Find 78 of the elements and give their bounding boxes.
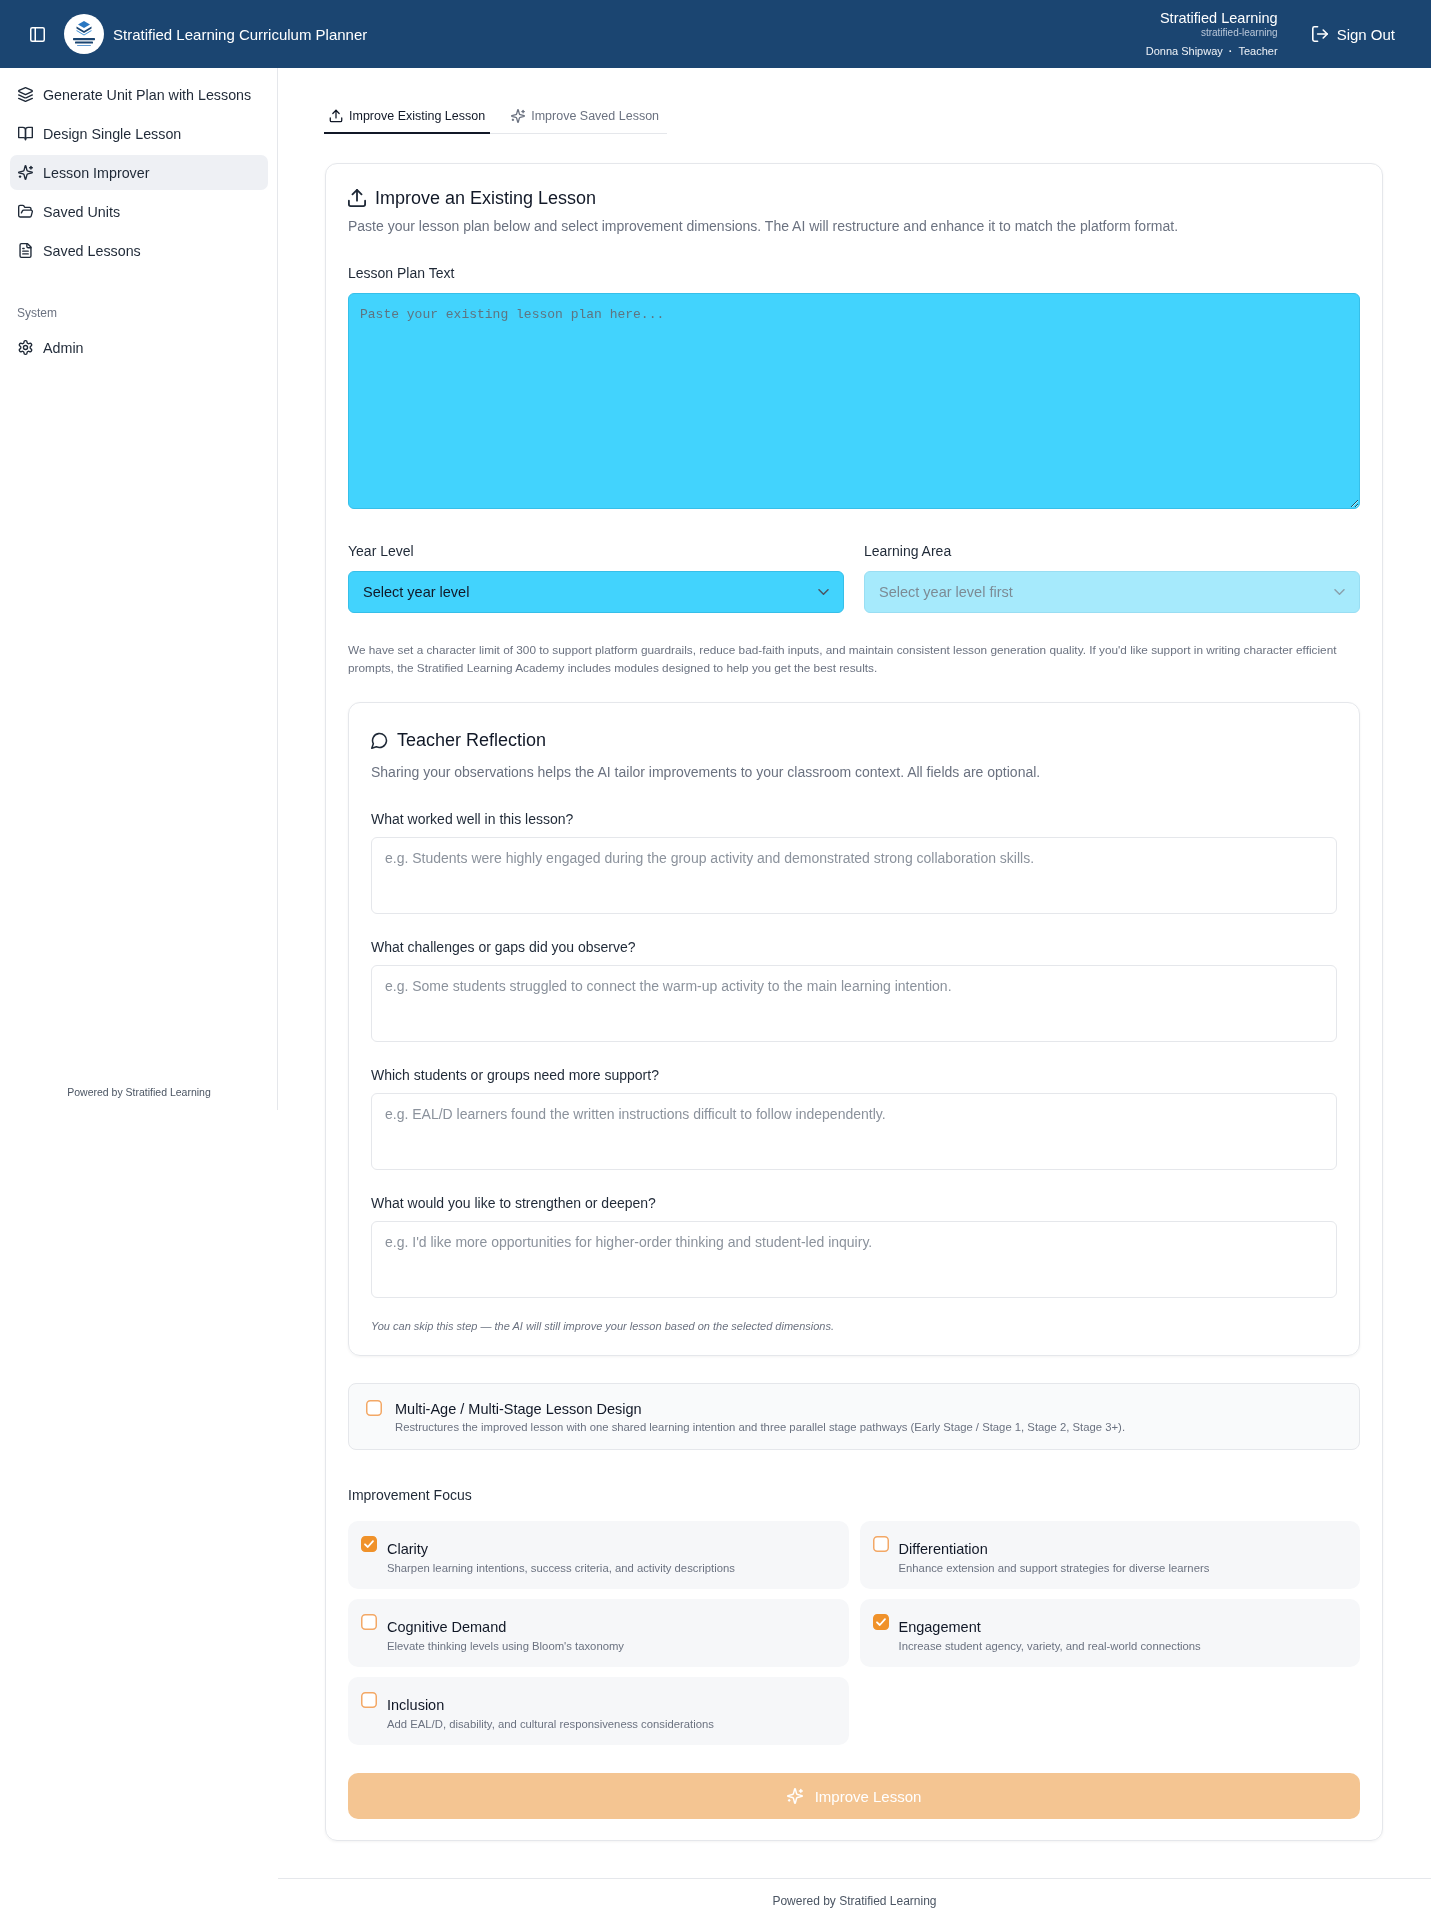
separator-dot: · — [1228, 44, 1233, 58]
organization-handle: stratified-learning — [1200, 27, 1278, 39]
field-label: Lesson Plan Text — [348, 264, 456, 283]
sparkles-icon — [511, 109, 526, 123]
character-limit-note: We have set a character limit of 300 to support platform guardrails, reduce bad-faith inputs, and maintain consistent lesson generation quality. If you'd like support in writing character efficient prompts, the Stratified Learning Academy includes modules designed to help you get the best results. — [348, 642, 1338, 677]
checkbox[interactable] — [361, 1692, 377, 1708]
card-title: Improve an Existing Lesson — [375, 187, 597, 210]
answer-field[interactable]: e.g. EAL/D learners found the written instructions difficult to follow independently. — [371, 1093, 1337, 1170]
open-book-icon — [18, 126, 33, 141]
sign-out-button[interactable]: Sign Out — [1311, 25, 1395, 43]
logo-icon — [64, 14, 104, 54]
option-title: Engagement — [898, 1618, 982, 1637]
tab[interactable]: Improve Saved Lesson — [506, 100, 665, 134]
answer-field[interactable]: e.g. Some students struggled to connect the warm-up activity to the main learning intention. — [371, 965, 1337, 1042]
option-description: Elevate thinking levels using Bloom's taxonomy — [387, 1639, 624, 1654]
reflection-title: Teacher Reflection — [397, 729, 547, 752]
focus-option[interactable]: Differentiation Enhance extension and support strategies for diverse learners — [859, 1521, 1360, 1589]
tab[interactable]: Improve Existing Lesson — [324, 100, 491, 134]
chevron-down-icon — [1334, 589, 1345, 595]
option-description: Sharpen learning intentions, success criteria, and activity descriptions — [387, 1561, 735, 1576]
organization-name: Stratified Learning — [1159, 10, 1278, 27]
sidebar-item[interactable]: Lesson Improver — [10, 155, 268, 190]
focus-option[interactable]: Clarity Sharpen learning intentions, success criteria, and activity descriptions — [348, 1521, 849, 1589]
sparkles-icon — [786, 1788, 803, 1804]
option-description: Restructures the improved lesson with one shared learning intention and three parallel stage pathways (Early Stage / Stage 1, Stage 2, Stage 3+). — [395, 1420, 1126, 1435]
document-icon — [18, 243, 33, 258]
sidebar-item[interactable]: Design Single Lesson — [10, 116, 268, 151]
sidebar-item[interactable]: Generate Unit Plan with Lessons — [10, 77, 268, 112]
sidebar-item[interactable]: Saved Lessons — [10, 233, 268, 268]
sidebar-footer-text: Powered by Stratified Learning — [66, 1086, 212, 1099]
chevron-down-icon — [818, 589, 829, 595]
section-heading: System — [16, 306, 58, 320]
sidebar-item[interactable]: Saved Units — [10, 194, 268, 229]
question-label: What would you like to strengthen or deepen? — [371, 1194, 657, 1213]
answer-field[interactable]: e.g. Students were highly engaged during the group activity and demonstrated strong collaboration skills. — [371, 837, 1337, 914]
option-title: Multi-Age / Multi-Stage Lesson Design — [395, 1400, 643, 1419]
focus-option[interactable]: Inclusion Add EAL/D, disability, and cultural responsiveness considerations — [348, 1677, 849, 1745]
sidebar-toggle-icon[interactable] — [30, 26, 45, 42]
focus-option[interactable]: Cognitive Demand Elevate thinking levels using Bloom's taxonomy — [348, 1599, 849, 1667]
upload-icon — [348, 189, 366, 207]
upload-icon — [329, 109, 343, 123]
user-role: Teacher — [1238, 44, 1278, 58]
focus-option[interactable]: Engagement Increase student agency, variety, and real-world connections — [859, 1599, 1360, 1667]
sidebar-item[interactable]: Admin — [10, 330, 268, 365]
checkbox[interactable] — [872, 1536, 889, 1552]
app-title: Stratified Learning Curriculum Planner — [113, 25, 368, 43]
multi-stage-option[interactable]: Multi-Age / Multi-Stage Lesson Design Restructures the improved lesson with one shared learning intention and three parallel stage pathways (Early Stage / Stage 1, Stage 2, Stage 3+). — [348, 1383, 1360, 1450]
checkbox[interactable] — [366, 1400, 382, 1416]
settings-icon — [18, 340, 33, 355]
year-level-select[interactable]: Select year level — [348, 571, 844, 613]
section-heading: Improvement Focus — [348, 1486, 473, 1505]
footer-text: Powered by Stratified Learning — [772, 1894, 937, 1908]
option-title: Cognitive Demand — [387, 1618, 508, 1637]
speech-bubble-icon — [371, 731, 388, 749]
answer-field[interactable]: e.g. I'd like more opportunities for higher-order thinking and student-led inquiry. — [371, 1221, 1337, 1298]
option-description: Enhance extension and support strategies for diverse learners — [898, 1561, 1210, 1576]
option-title: Inclusion — [387, 1696, 446, 1715]
checkbox[interactable] — [361, 1614, 377, 1630]
question-label: What challenges or gaps did you observe? — [371, 938, 637, 957]
option-title: Clarity — [387, 1540, 430, 1559]
field-label: Year Level — [348, 542, 415, 561]
question-label: Which students or groups need more support? — [371, 1066, 660, 1085]
reflection-footnote: You can skip this step — the AI will still improve your lesson based on the selected dimensions. — [371, 1319, 836, 1334]
folder-icon — [18, 204, 33, 219]
card-description: Paste your lesson plan below and select improvement dimensions. The AI will restructure and enhance it to match the platform format. — [348, 217, 1180, 236]
user-name: Donna Shipway — [1145, 44, 1223, 58]
checkbox[interactable] — [361, 1536, 377, 1552]
lesson-text-field[interactable]: Paste your existing lesson plan here... — [348, 293, 1360, 509]
reflection-description: Sharing your observations helps the AI tailor improvements to your classroom context. All fields are optional. — [371, 763, 1042, 782]
layers-icon — [18, 87, 33, 102]
field-label: Learning Area — [864, 542, 953, 561]
log-out-icon — [1311, 26, 1328, 42]
option-title: Differentiation — [898, 1540, 989, 1559]
option-description: Add EAL/D, disability, and cultural responsiveness considerations — [387, 1717, 714, 1732]
option-description: Increase student agency, variety, and real-world connections — [898, 1639, 1201, 1654]
checkbox[interactable] — [872, 1614, 889, 1630]
question-label: What worked well in this lesson? — [371, 810, 575, 829]
sparkles-icon — [18, 165, 33, 180]
